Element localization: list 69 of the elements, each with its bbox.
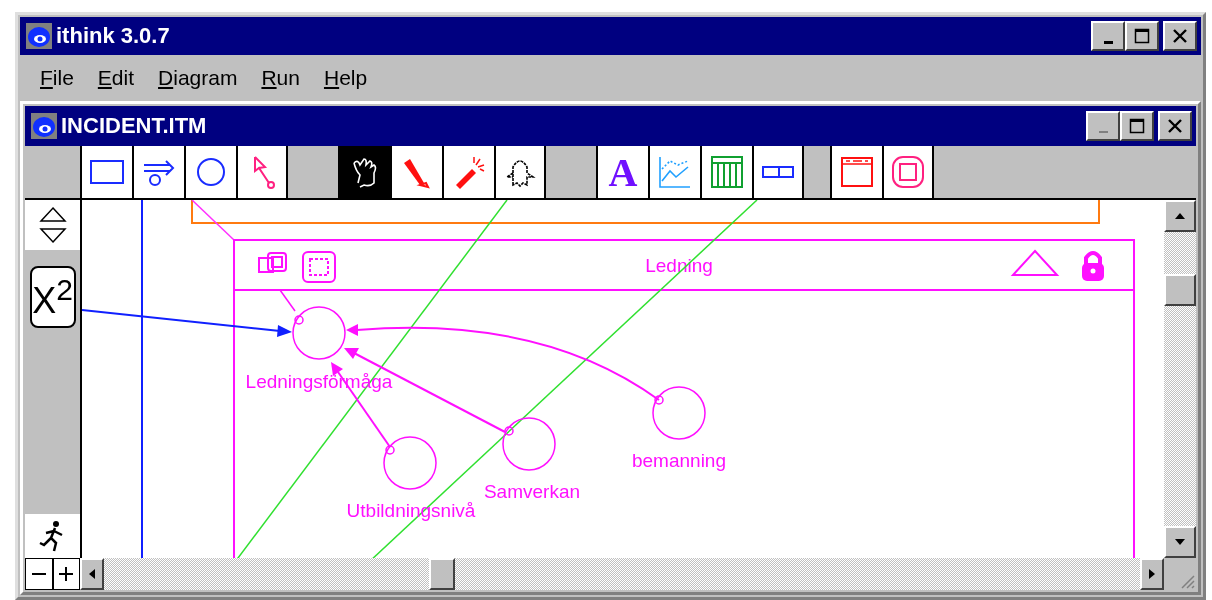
minimize-icon xyxy=(1098,131,1108,133)
converter-tool-button[interactable] xyxy=(184,146,236,198)
function-button[interactable]: X$^{2}$ xyxy=(29,266,76,328)
converter-node[interactable] xyxy=(383,436,437,490)
converter-node[interactable] xyxy=(502,417,556,471)
stacked-windows-icon[interactable] xyxy=(258,252,287,273)
hand-tool-button[interactable] xyxy=(338,146,390,198)
scroll-left-button[interactable] xyxy=(80,558,104,590)
rounded-square-icon xyxy=(889,153,927,191)
graph-tool-button[interactable] xyxy=(648,146,700,198)
lock-icon[interactable] xyxy=(1082,251,1104,281)
dynamite-tool-button[interactable] xyxy=(442,146,494,198)
menu-item[interactable]: File xyxy=(28,66,86,90)
triangle-icon[interactable] xyxy=(1010,249,1060,276)
scroll-down-button[interactable] xyxy=(1164,526,1196,558)
table-icon xyxy=(708,153,746,191)
scroll-layers-button[interactable] xyxy=(25,200,80,250)
connector-line xyxy=(191,200,235,241)
maximize-icon xyxy=(1134,28,1150,44)
sector-tool-button[interactable] xyxy=(882,146,934,198)
window-title: ithink 3.0.7 xyxy=(56,23,170,49)
ghost-tool-button[interactable] xyxy=(494,146,546,198)
stock-tool-button[interactable] xyxy=(80,146,132,198)
run-button[interactable] xyxy=(25,514,80,558)
left-arrow-icon xyxy=(88,568,96,580)
minus-icon xyxy=(31,573,46,575)
close-icon xyxy=(1172,28,1188,44)
scroll-thumb[interactable] xyxy=(429,558,455,590)
close-button[interactable] xyxy=(1163,21,1197,51)
maximize-icon xyxy=(1129,118,1145,134)
scroll-up-button[interactable] xyxy=(1164,200,1196,232)
text-tool-button[interactable]: A xyxy=(596,146,648,198)
connector-tool-button[interactable] xyxy=(236,146,288,198)
maximize-button[interactable] xyxy=(1120,111,1154,141)
vertical-scrollbar[interactable] xyxy=(1164,200,1196,558)
up-down-triangles-icon xyxy=(38,205,67,245)
scroll-thumb[interactable] xyxy=(1164,274,1196,306)
node-label: bemanning xyxy=(632,450,726,471)
menu-item[interactable]: Run xyxy=(249,66,312,90)
minimize-button[interactable] xyxy=(1091,21,1125,51)
zoom-out-button[interactable] xyxy=(25,558,53,590)
flow-tool-button[interactable] xyxy=(132,146,184,198)
plus-icon xyxy=(58,566,75,582)
close-icon xyxy=(1167,118,1183,134)
button-tool-button[interactable] xyxy=(830,146,882,198)
minimize-button[interactable] xyxy=(1086,111,1120,141)
converter-node[interactable] xyxy=(652,386,706,440)
menu-item[interactable]: Help xyxy=(311,66,380,90)
scroll-right-button[interactable] xyxy=(1140,558,1164,590)
menu-item[interactable]: Edit xyxy=(85,66,147,90)
table-tool-button[interactable] xyxy=(700,146,752,198)
converter-node[interactable] xyxy=(292,306,346,360)
maximize-button[interactable] xyxy=(1125,21,1159,51)
numeric-tool-button[interactable] xyxy=(752,146,804,198)
eye-icon xyxy=(31,113,57,139)
minimize-icon xyxy=(1103,40,1113,44)
up-arrow-icon xyxy=(1174,212,1186,220)
eye-icon xyxy=(26,23,52,49)
zoom-in-button[interactable] xyxy=(52,558,80,590)
connector-line xyxy=(279,289,296,312)
brush-tool-button[interactable] xyxy=(390,146,442,198)
document-title: INCIDENT.ITM xyxy=(61,113,207,139)
right-arrow-icon xyxy=(1148,568,1156,580)
down-arrow-icon xyxy=(1174,538,1186,546)
dashed-square-icon[interactable] xyxy=(302,251,336,283)
close-button[interactable] xyxy=(1158,111,1192,141)
horizontal-scrollbar[interactable] xyxy=(80,558,1164,590)
node-label: Samverkan xyxy=(483,481,581,502)
menu-item[interactable]: Diagram xyxy=(146,66,250,90)
